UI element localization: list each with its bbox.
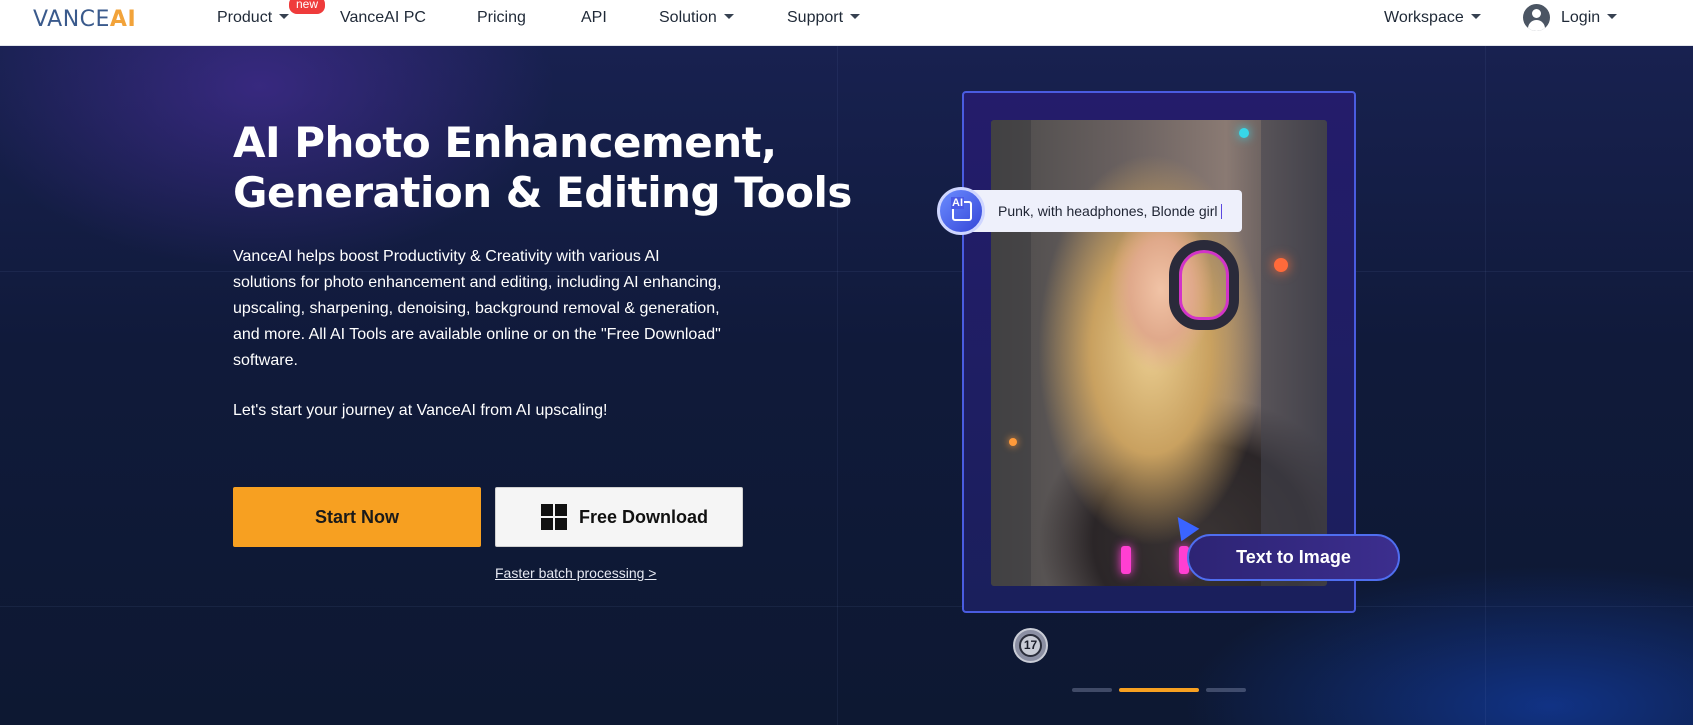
ai-image-icon: AI xyxy=(937,187,985,235)
carousel-dot-1[interactable] xyxy=(1072,688,1112,692)
prompt-text: Punk, with headphones, Blonde girl xyxy=(998,203,1223,219)
carousel-dot-3[interactable] xyxy=(1206,688,1246,692)
nav-api[interactable]: API xyxy=(581,9,607,27)
grid-line xyxy=(0,606,1693,607)
hero-description: VanceAI helps boost Productivity & Creat… xyxy=(233,248,722,369)
chevron-down-icon xyxy=(279,14,290,20)
chevron-down-icon xyxy=(1470,14,1481,20)
carousel-dot-2-active[interactable] xyxy=(1119,688,1199,692)
nav-solution[interactable]: Solution xyxy=(659,9,734,27)
nav-pricing[interactable]: Pricing xyxy=(477,9,526,27)
top-nav: VANCEAI Product new VanceAI PC Pricing A… xyxy=(0,0,1693,46)
nav-solution-label: Solution xyxy=(659,9,717,26)
nav-vanceai-pc[interactable]: VanceAI PC xyxy=(340,9,426,27)
chat-support-button[interactable]: 17 xyxy=(1013,628,1048,663)
nav-product[interactable]: Product xyxy=(217,9,290,27)
user-avatar-icon[interactable] xyxy=(1523,4,1550,31)
text-cursor-icon xyxy=(1221,204,1223,219)
hero-journey-text: Let's start your journey at VanceAI from… xyxy=(233,402,608,419)
windows-icon xyxy=(541,504,569,532)
nav-support[interactable]: Support xyxy=(787,9,861,27)
nav-support-label: Support xyxy=(787,9,844,26)
vanceai-logo[interactable]: VANCEAI xyxy=(33,7,136,32)
page-title: AI Photo Enhancement, Generation & Editi… xyxy=(233,118,852,217)
grid-line xyxy=(1485,46,1486,725)
chevron-down-icon xyxy=(723,14,734,20)
nav-product-label: Product xyxy=(217,9,273,26)
chat-count-badge: 17 xyxy=(1019,634,1042,657)
nav-login-label: Login xyxy=(1561,9,1601,26)
chevron-down-icon xyxy=(850,14,861,20)
free-download-label: Free Download xyxy=(579,507,709,527)
text-to-image-button[interactable]: Text to Image xyxy=(1187,534,1400,581)
chevron-down-icon xyxy=(1607,14,1618,20)
faster-batch-link[interactable]: Faster batch processing > xyxy=(495,565,656,581)
nav-workspace[interactable]: Workspace xyxy=(1384,9,1481,27)
free-download-button[interactable]: Free Download xyxy=(495,487,743,547)
nav-workspace-label: Workspace xyxy=(1384,9,1464,26)
new-badge: new xyxy=(289,0,326,14)
nav-login[interactable]: Login xyxy=(1561,9,1618,27)
start-now-button[interactable]: Start Now xyxy=(233,487,481,547)
